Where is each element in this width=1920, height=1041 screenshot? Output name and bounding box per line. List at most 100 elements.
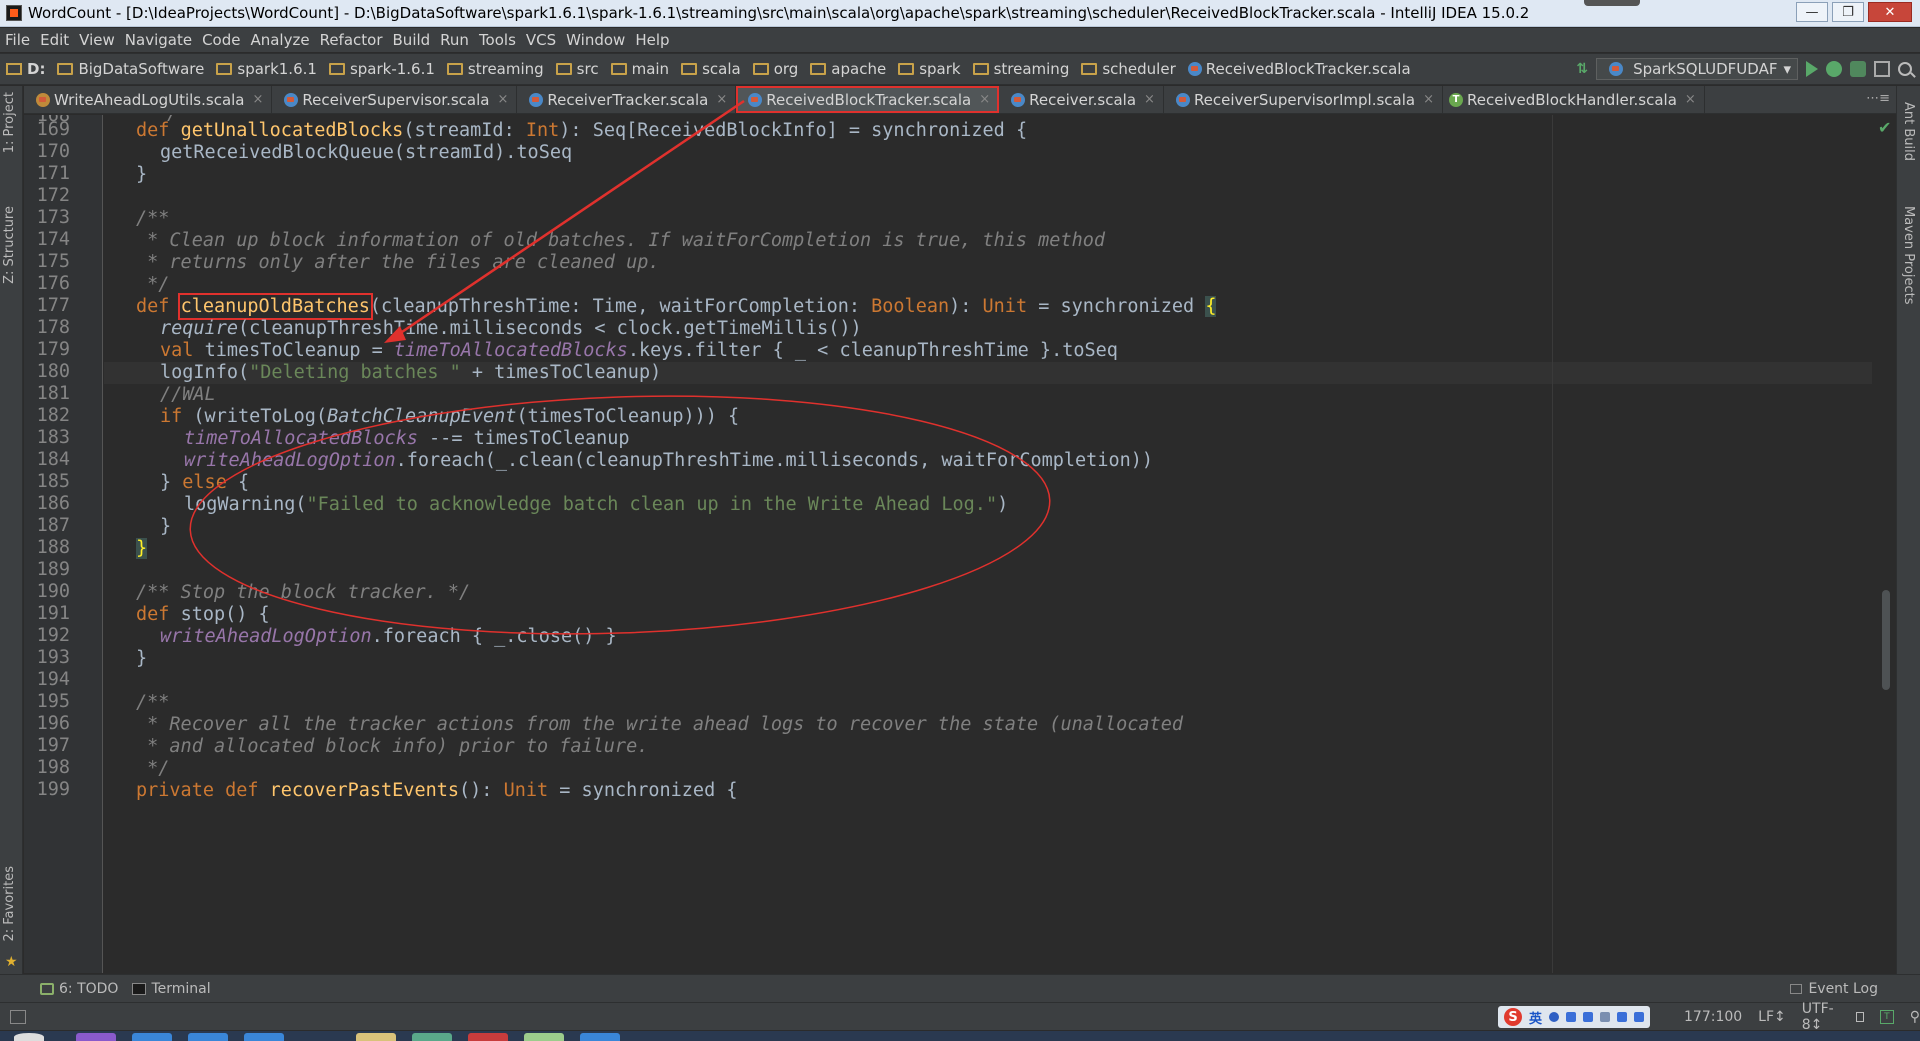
tab-receiver[interactable]: Receiver.scala × <box>999 86 1164 113</box>
menu-navigate[interactable]: Navigate <box>120 31 197 49</box>
breadcrumb-folder[interactable]: org <box>747 60 798 78</box>
line-number: 195 <box>36 691 70 712</box>
code-line: def stop() { <box>136 604 270 625</box>
run-icon[interactable] <box>1806 61 1818 77</box>
build-project-icon[interactable]: ⇅ <box>1576 61 1588 77</box>
menu-analyze[interactable]: Analyze <box>245 31 314 49</box>
run-configuration-select[interactable]: SparkSQLUDFUDAF ▾ <box>1596 58 1798 80</box>
close-tab-icon[interactable]: × <box>497 92 508 107</box>
close-tab-icon[interactable]: × <box>1423 92 1434 107</box>
close-tab-icon[interactable]: × <box>253 92 264 107</box>
breadcrumb-folder[interactable]: scheduler <box>1075 60 1176 78</box>
close-button[interactable]: ✕ <box>1868 2 1912 22</box>
tab-receiversupervisor[interactable]: ReceiverSupervisor.scala × <box>272 86 518 113</box>
breadcrumb-folder[interactable]: spark-1.6.1 <box>323 60 435 78</box>
breadcrumb-folder[interactable]: spark1.6.1 <box>210 60 317 78</box>
menu-view[interactable]: View <box>74 31 120 49</box>
taskbar-app-icon[interactable] <box>524 1033 564 1041</box>
file-encoding[interactable]: UTF-8↕ <box>1802 1001 1840 1033</box>
taskbar-app-icon[interactable] <box>244 1033 284 1041</box>
ant-build-tool-tab[interactable]: Ant Build <box>1901 102 1916 161</box>
menu-code[interactable]: Code <box>197 31 245 49</box>
search-icon[interactable] <box>1898 62 1912 76</box>
tab-receiversupervisorimpl[interactable]: ReceiverSupervisorImpl.scala × <box>1164 86 1443 113</box>
close-tab-icon[interactable]: × <box>1144 92 1155 107</box>
tab-receivertracker[interactable]: ReceiverTracker.scala × <box>517 86 737 113</box>
line-number: 184 <box>36 449 70 470</box>
taskbar-app-icon[interactable] <box>132 1033 172 1041</box>
folder-icon <box>216 63 233 75</box>
close-tab-icon[interactable]: × <box>979 92 990 107</box>
event-log-button[interactable]: Event Log <box>1790 981 1878 997</box>
close-tab-icon[interactable]: × <box>1685 92 1696 107</box>
breadcrumb-folder[interactable]: BigDataSoftware <box>51 60 204 78</box>
menu-refactor[interactable]: Refactor <box>315 31 388 49</box>
shirt-icon <box>1617 1012 1628 1022</box>
scala-class-icon <box>1175 92 1190 107</box>
breadcrumb-folder[interactable]: scala <box>675 60 741 78</box>
toggle-tool-windows-icon[interactable] <box>10 1009 26 1024</box>
breadcrumb-file[interactable]: ReceivedBlockTracker.scala <box>1182 60 1411 78</box>
favorites-tool-tab[interactable]: 2: Favorites <box>2 866 17 942</box>
folder-icon <box>752 63 769 75</box>
breadcrumb-folder[interactable]: streaming <box>441 60 544 78</box>
caret-position[interactable]: 177:100 <box>1684 1009 1742 1025</box>
taskbar-app-icon[interactable] <box>188 1033 228 1041</box>
line-number: 181 <box>36 383 70 404</box>
line-number: 182 <box>36 405 70 426</box>
menu-edit[interactable]: Edit <box>35 31 74 49</box>
maven-projects-tool-tab[interactable]: Maven Projects <box>1901 206 1916 305</box>
taskbar-app-icon[interactable] <box>76 1033 116 1041</box>
code-line: private def recoverPastEvents(): Unit = … <box>136 780 738 801</box>
menu-vcs[interactable]: VCS <box>521 31 561 49</box>
structure-tool-tab[interactable]: Z: Structure <box>2 206 17 284</box>
folder-icon <box>1081 63 1098 75</box>
taskbar-app-icon[interactable] <box>356 1033 396 1041</box>
code-editor[interactable]: */ def getUnallocatedBlocks(streamId: In… <box>104 115 1872 973</box>
editor-scrollbar[interactable] <box>1882 590 1890 690</box>
terminal-tool-button[interactable]: Terminal <box>132 981 211 997</box>
line-separator[interactable]: LF↕ <box>1758 1009 1786 1025</box>
breadcrumb-folder[interactable]: apache <box>804 60 886 78</box>
menu-help[interactable]: Help <box>630 31 674 49</box>
project-tool-tab[interactable]: 1: Project <box>2 92 17 153</box>
taskbar-app-icon[interactable] <box>580 1033 620 1041</box>
input-method-toolbar[interactable]: S 英 <box>1498 1006 1651 1028</box>
debug-icon[interactable] <box>1826 61 1842 77</box>
taskbar-app-icon[interactable] <box>412 1033 452 1041</box>
tabs-overflow-menu[interactable]: ⋯≡ <box>1866 91 1890 106</box>
code-line: */ <box>136 758 170 779</box>
tab-receivedblockhandler[interactable]: T ReceivedBlockHandler.scala × <box>1443 86 1705 113</box>
menu-file[interactable]: File <box>0 31 35 49</box>
maximize-button[interactable]: ❐ <box>1832 2 1864 22</box>
breadcrumb-folder[interactable]: spark <box>892 60 961 78</box>
start-button[interactable] <box>14 1033 44 1041</box>
project-structure-icon[interactable] <box>1874 61 1890 77</box>
inspector-icon[interactable]: T <box>1880 1010 1894 1024</box>
breadcrumb-folder[interactable]: main <box>605 60 669 78</box>
code-line: * Clean up block information of old batc… <box>136 230 1106 251</box>
editor-gutter: 168 169 170 171 172 173 174 175 176 177 … <box>24 115 103 973</box>
menu-tools[interactable]: Tools <box>474 31 521 49</box>
hector-icon[interactable]: ⚲ <box>1910 1009 1920 1025</box>
breadcrumb-folder[interactable]: streaming <box>967 60 1069 78</box>
tab-receivedblocktracker[interactable]: ReceivedBlockTracker.scala × <box>736 86 1000 113</box>
tab-writeaheadlogutils[interactable]: WriteAheadLogUtils.scala × <box>24 86 273 113</box>
menu-run[interactable]: Run <box>435 31 474 49</box>
code-line: timeToAllocatedBlocks --= timesToCleanup <box>184 428 630 449</box>
minimize-button[interactable]: — <box>1796 2 1828 22</box>
breadcrumb-folder[interactable]: src <box>550 60 599 78</box>
code-line: } else { <box>160 472 250 493</box>
code-line: writeAheadLogOption.foreach { _.close() … <box>160 626 617 647</box>
run-config-icon <box>1609 62 1624 76</box>
title-bar-handle <box>1584 0 1640 6</box>
menu-window[interactable]: Window <box>561 31 630 49</box>
todo-tool-button[interactable]: 6: TODO <box>40 981 118 997</box>
menu-build[interactable]: Build <box>388 31 436 49</box>
run-with-coverage-icon[interactable] <box>1850 61 1866 77</box>
breadcrumb-drive[interactable]: D: <box>0 60 45 78</box>
bottom-tool-bar: 6: TODO Terminal Event Log <box>0 974 1920 1002</box>
close-tab-icon[interactable]: × <box>716 92 727 107</box>
read-only-lock-icon[interactable] <box>1856 1012 1865 1022</box>
taskbar-app-icon[interactable] <box>468 1033 508 1041</box>
